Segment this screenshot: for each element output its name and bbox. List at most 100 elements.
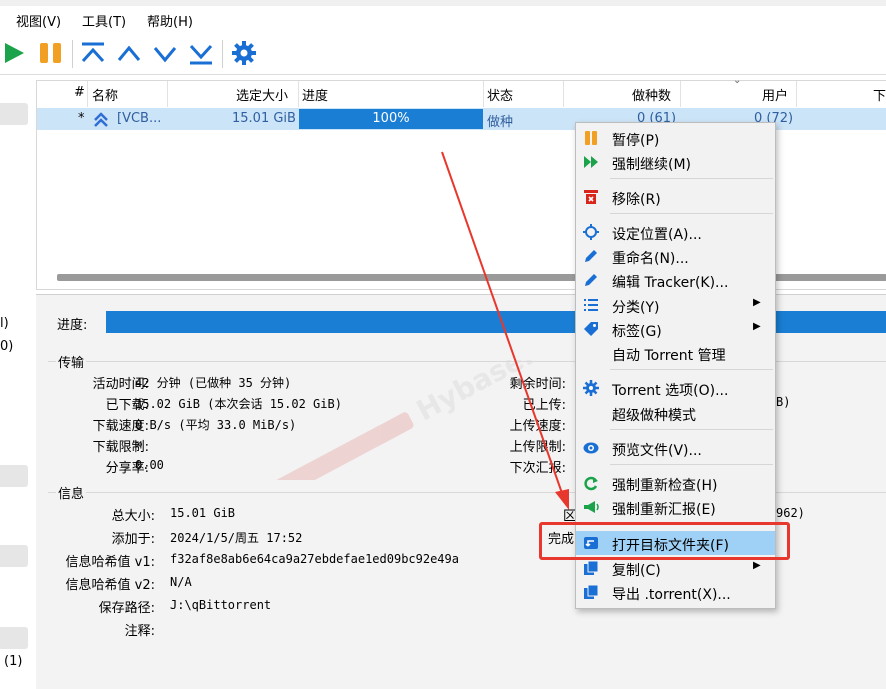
sidebar-filter-item[interactable] bbox=[0, 103, 28, 125]
menu-item-pause[interactable]: 暂停(P) bbox=[576, 126, 775, 150]
sidebar-count: 0) bbox=[0, 339, 14, 354]
tag-icon bbox=[584, 322, 598, 336]
uploaded-label: 已上传: bbox=[522, 398, 566, 413]
download-limit-value: ∞ bbox=[135, 437, 143, 451]
menu-item-label: 预览文件(V)... bbox=[612, 443, 702, 459]
menu-item-torrent-options[interactable]: Torrent 选项(O)... bbox=[576, 376, 775, 400]
menu-separator bbox=[610, 464, 773, 465]
hash-v2-label: 信息哈希值 v2: bbox=[65, 578, 155, 593]
downloaded-label: 已下载: bbox=[105, 398, 149, 413]
active-time-label: 活动时间: bbox=[92, 377, 149, 392]
eye-icon bbox=[583, 442, 599, 454]
column-divider bbox=[563, 81, 564, 107]
move-up-icon[interactable] bbox=[116, 41, 142, 67]
uploaded-value-tail: B) bbox=[776, 395, 791, 409]
column-header-size[interactable]: 选定大小 bbox=[236, 85, 288, 104]
row-status: 做种 bbox=[487, 115, 514, 130]
menu-item-label: 强制重新检查(H) bbox=[612, 478, 718, 494]
list-icon bbox=[584, 299, 598, 311]
eta-label: 剩余时间: bbox=[509, 377, 566, 392]
location-icon bbox=[583, 224, 599, 240]
column-header-peers[interactable]: 用户 bbox=[762, 85, 788, 104]
menu-item-label: 强制重新汇报(E) bbox=[612, 502, 716, 518]
menu-item-force-resume[interactable]: 强制继续(M) bbox=[576, 150, 775, 174]
menu-item-super-seeding[interactable]: 超级做种模式 bbox=[576, 401, 775, 425]
column-header-name[interactable]: 名称 bbox=[92, 85, 118, 104]
sidebar-filter-item[interactable] bbox=[0, 465, 28, 487]
pause-icon bbox=[585, 131, 597, 145]
downloaded-value: 15.02 GiB (本次会话 15.02 GiB) bbox=[135, 397, 342, 411]
menu-item-force-recheck[interactable]: 强制重新检查(H) bbox=[576, 471, 775, 495]
menu-item-set-location[interactable]: 设定位置(A)... bbox=[576, 220, 775, 244]
delete-icon bbox=[584, 190, 598, 204]
menu-item-remove[interactable]: 移除(R) bbox=[576, 185, 775, 209]
move-top-icon[interactable] bbox=[80, 41, 106, 67]
column-divider bbox=[298, 81, 299, 107]
row-progress-bar: 100% bbox=[299, 109, 483, 129]
added-on-label: 添加于: bbox=[111, 532, 155, 547]
menu-item-label: 导出 .torrent(X)... bbox=[612, 587, 731, 603]
menu-item-force-reannounce[interactable]: 强制重新汇报(E) bbox=[576, 495, 775, 519]
info-group-title: 信息 bbox=[56, 483, 87, 502]
play-icon[interactable] bbox=[2, 40, 26, 66]
column-divider bbox=[796, 81, 797, 107]
pencil-icon bbox=[585, 274, 597, 286]
toolbar bbox=[0, 34, 886, 75]
menu-item-preview-file[interactable]: 预览文件(V)... bbox=[576, 436, 775, 460]
column-divider bbox=[680, 81, 681, 107]
menu-tools[interactable]: 工具(T) bbox=[82, 11, 126, 30]
menu-item-export-torrent[interactable]: 导出 .torrent(X)... bbox=[576, 580, 775, 604]
menu-item-label: 复制(C) bbox=[612, 563, 661, 579]
column-header-progress[interactable]: 进度 bbox=[302, 85, 328, 104]
row-name: [VCB... bbox=[117, 111, 162, 126]
sidebar-count: l) bbox=[0, 316, 9, 331]
gear-icon[interactable] bbox=[231, 40, 257, 66]
total-size-value: 15.01 GiB bbox=[170, 506, 236, 520]
menu-separator bbox=[610, 369, 773, 370]
menu-separator bbox=[610, 213, 773, 214]
column-header-seeds[interactable]: 做种数 bbox=[632, 85, 671, 104]
transfer-group-title: 传输 bbox=[56, 352, 87, 371]
menu-item-label: 重命名(N)... bbox=[612, 251, 689, 267]
save-path-value: J:\qBittorrent bbox=[170, 598, 272, 612]
menu-item-label: 超级做种模式 bbox=[612, 408, 696, 424]
menu-separator bbox=[610, 429, 773, 430]
ratio-label: 分享率: bbox=[105, 461, 149, 476]
window-top-edge bbox=[0, 0, 886, 6]
download-speed-label: 下载速度: bbox=[92, 419, 149, 434]
download-limit-label: 下载限制: bbox=[92, 440, 149, 455]
hash-v2-value: N/A bbox=[170, 575, 192, 589]
row-size: 15.01 GiB bbox=[232, 111, 296, 126]
menu-item-tags[interactable]: 标签(G) ▶ bbox=[576, 317, 775, 341]
move-bottom-icon[interactable] bbox=[188, 41, 214, 67]
column-divider bbox=[483, 81, 484, 107]
column-header-down[interactable]: 下 bbox=[873, 85, 886, 104]
menu-item-rename[interactable]: 重命名(N)... bbox=[576, 244, 775, 268]
move-down-icon[interactable] bbox=[152, 41, 178, 67]
menu-item-edit-tracker[interactable]: 编辑 Tracker(K)... bbox=[576, 268, 775, 292]
upload-speed-label: 上传速度: bbox=[509, 419, 566, 434]
pause-icon[interactable] bbox=[38, 40, 64, 66]
sidebar-filter-item[interactable] bbox=[0, 627, 28, 649]
menu-item-label: 强制继续(M) bbox=[612, 157, 692, 173]
menu-item-label: 分类(Y) bbox=[612, 300, 660, 316]
comment-label: 注释: bbox=[124, 624, 155, 639]
pieces-value-tail: 962) bbox=[776, 506, 805, 520]
menu-help[interactable]: 帮助(H) bbox=[147, 11, 193, 30]
added-on-value: 2024/1/5/周五 17:52 bbox=[170, 531, 303, 545]
progress-label: 进度: bbox=[57, 318, 88, 333]
ratio-value: 0.00 bbox=[135, 458, 164, 472]
refresh-icon bbox=[584, 476, 598, 491]
column-header-status[interactable]: 状态 bbox=[487, 85, 513, 104]
megaphone-icon bbox=[584, 501, 599, 513]
submenu-arrow-icon: ▶ bbox=[753, 297, 761, 308]
submenu-arrow-icon: ▶ bbox=[753, 560, 761, 571]
sidebar-filter-item[interactable] bbox=[0, 545, 28, 567]
row-num: * bbox=[78, 111, 85, 126]
column-header-num[interactable]: # bbox=[74, 85, 85, 100]
menu-item-auto-tmm[interactable]: 自动 Torrent 管理 bbox=[576, 341, 775, 365]
menu-item-category[interactable]: 分类(Y) ▶ bbox=[576, 293, 775, 317]
next-announce-label: 下次汇报: bbox=[509, 461, 566, 476]
menu-item-label: 暂停(P) bbox=[612, 133, 660, 149]
menu-view[interactable]: 视图(V) bbox=[16, 11, 61, 30]
